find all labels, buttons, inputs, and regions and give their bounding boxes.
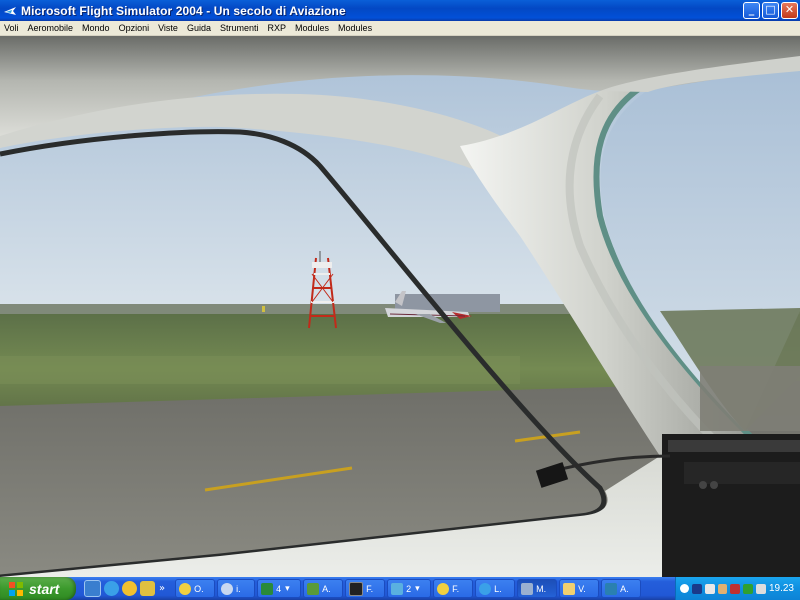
title-bar: Microsoft Flight Simulator 2004 - Un sec… [0, 0, 800, 21]
task-button-4[interactable]: A. [303, 579, 344, 598]
airport-sign [262, 306, 265, 312]
windows-logo-icon [9, 581, 23, 596]
menu-aeromobile[interactable]: Aeromobile [24, 23, 79, 33]
task-icon-i [221, 582, 234, 595]
speaker-icon[interactable] [704, 583, 715, 594]
task-button-8[interactable]: L. [475, 579, 516, 598]
task-label: F. [366, 583, 374, 594]
quick-launch-overflow-icon[interactable]: » [159, 583, 165, 594]
system-tray: 19.23 [675, 577, 800, 600]
task-icon-f [349, 581, 364, 596]
maximize-button[interactable]: □ [762, 2, 779, 19]
cockpit-scene-graphic [0, 36, 800, 577]
task-label: V. [578, 583, 586, 594]
clock[interactable]: 19.23 [769, 583, 794, 594]
taskbar: start » O. i. 4 ▾ A. F. 2 ▾ F. L. M. V. … [0, 577, 800, 600]
chevron-down-icon: ▾ [415, 583, 420, 593]
shield-icon[interactable] [730, 583, 741, 594]
volume-icon[interactable] [756, 583, 766, 594]
minimize-button[interactable]: _ [743, 2, 760, 19]
chevron-down-icon: ▾ [285, 583, 290, 593]
task-label: 2 [406, 583, 412, 594]
menu-strumenti[interactable]: Strumenti [216, 23, 264, 33]
task-button-3[interactable]: 4 ▾ [257, 579, 302, 598]
task-label: A. [620, 583, 629, 594]
menu-guida[interactable]: Guida [183, 23, 216, 33]
desktop-icon[interactable] [84, 580, 101, 597]
menu-opzioni[interactable]: Opzioni [115, 23, 155, 33]
task-icon-a [307, 582, 320, 595]
menu-modules-2[interactable]: Modules [334, 23, 377, 33]
task-label: L. [494, 583, 502, 594]
task-buttons: O. i. 4 ▾ A. F. 2 ▾ F. L. M. V. A. [175, 579, 642, 598]
task-button-10[interactable]: V. [559, 579, 600, 598]
ie-task-icon [479, 582, 492, 595]
task-label: A. [322, 583, 331, 594]
outlook-icon[interactable] [140, 581, 155, 596]
task-icon-o [179, 582, 192, 595]
start-label: start [29, 580, 60, 597]
menu-modules[interactable]: Modules [291, 23, 334, 33]
task-label: F. [452, 583, 460, 594]
start-button[interactable]: start [0, 577, 76, 600]
task-label: O. [194, 583, 204, 594]
cockpit-view[interactable] [0, 36, 800, 577]
ie-icon[interactable] [104, 581, 119, 596]
menu-viste[interactable]: Viste [154, 23, 183, 33]
task-button-5[interactable]: F. [345, 579, 386, 598]
task-button-2[interactable]: i. [217, 579, 256, 598]
grass-patch [0, 356, 520, 384]
explorer-icon [391, 582, 404, 595]
task-label: i. [236, 583, 241, 594]
task-label: 4 [276, 583, 282, 594]
task-icon-a2 [605, 582, 618, 595]
quick-launch [84, 580, 155, 597]
menu-voli[interactable]: Voli [0, 23, 24, 33]
task-label: M. [536, 583, 547, 594]
task-button-11[interactable]: A. [601, 579, 642, 598]
task-icon-f2 [437, 582, 450, 595]
menu-rxp[interactable]: RXP [264, 23, 292, 33]
right-window-runway [700, 366, 800, 431]
glareshield-device [662, 434, 800, 577]
color-icon[interactable] [743, 583, 754, 594]
excel-icon [261, 582, 274, 595]
network-icon[interactable] [691, 583, 702, 594]
close-button[interactable]: ✕ [781, 2, 798, 19]
task-button-9-active[interactable]: M. [517, 579, 558, 598]
folder-icon [563, 582, 576, 595]
task-button-6[interactable]: 2 ▾ [387, 579, 432, 598]
menu-mondo[interactable]: Mondo [78, 23, 115, 33]
fs-task-icon [521, 582, 534, 595]
chevron-icon[interactable] [680, 584, 689, 593]
task-button-7[interactable]: F. [433, 579, 474, 598]
user-icon[interactable] [717, 583, 728, 594]
media-icon[interactable] [122, 581, 137, 596]
menu-bar: Voli Aeromobile Mondo Opzioni Viste Guid… [0, 21, 800, 36]
fs2004-app-icon [4, 6, 16, 15]
task-button-1[interactable]: O. [175, 579, 216, 598]
window-title: Microsoft Flight Simulator 2004 - Un sec… [21, 3, 346, 18]
